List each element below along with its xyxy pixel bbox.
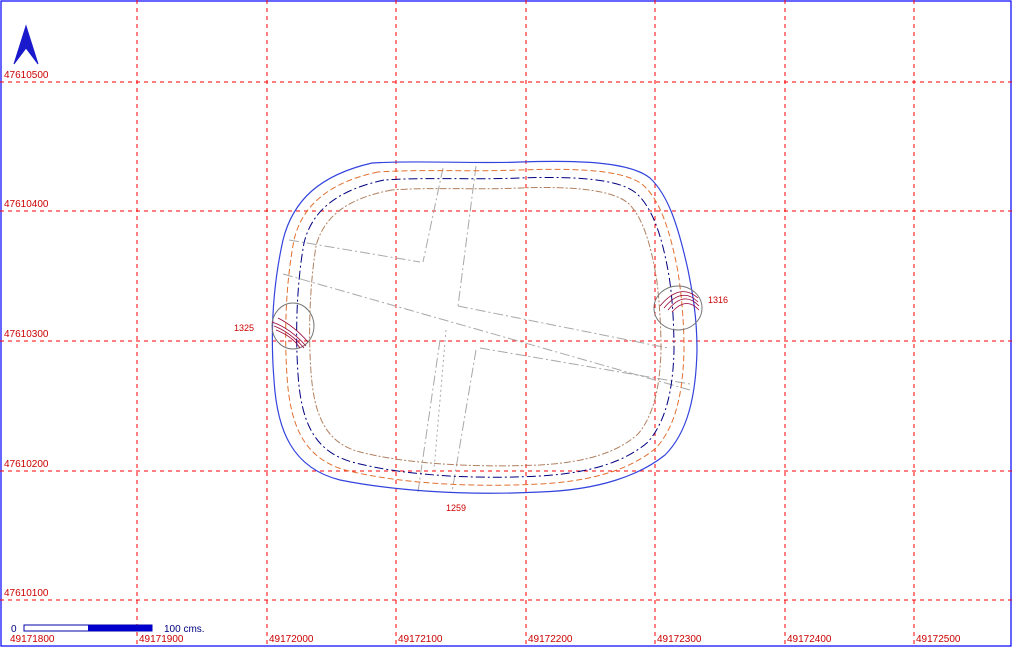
trench-line [457,165,477,307]
trench-line [457,305,669,349]
trench-line [282,273,691,391]
site-plan-map: 1316 1325 1259 47610500 47610400 4761030… [0,0,1013,648]
tan-contour [309,187,662,467]
y-coordinate-label: 47610400 [4,199,49,210]
map-frame [0,0,1012,647]
x-coordinate-label: 49172100 [398,634,443,645]
x-coordinate-label: 49172000 [269,634,314,645]
x-coordinate-label: 49172500 [916,634,961,645]
trench-line [422,167,444,263]
navy-contour [296,176,675,478]
scale-end-label: 100 cms. [164,624,205,635]
x-coordinate-label: 49171900 [139,634,184,645]
y-coordinate-label: 47610200 [4,459,49,470]
trench-line [433,329,447,471]
point-label-1325: 1325 [234,323,254,333]
hatch-marks-west [271,317,309,349]
scale-bar-fill [88,625,152,631]
x-coordinate-label: 49171800 [10,634,55,645]
trench-line [417,339,441,493]
scale-start-label: 0 [11,624,17,635]
y-coordinate-label: 47610500 [4,70,49,81]
x-coordinate-label: 49172300 [657,634,702,645]
orange-contour [285,168,685,486]
x-coordinate-label: 49172200 [528,634,573,645]
point-label-1259: 1259 [446,503,466,513]
trench-line [288,239,421,263]
survey-trenches [282,165,691,493]
y-coordinate-label: 47610100 [4,588,49,599]
grid-horizontal-lines [0,81,1013,601]
x-coordinate-label: 49172400 [787,634,832,645]
y-coordinate-label: 47610300 [4,329,49,340]
point-label-1316: 1316 [708,295,728,305]
north-arrow-icon [13,24,39,65]
